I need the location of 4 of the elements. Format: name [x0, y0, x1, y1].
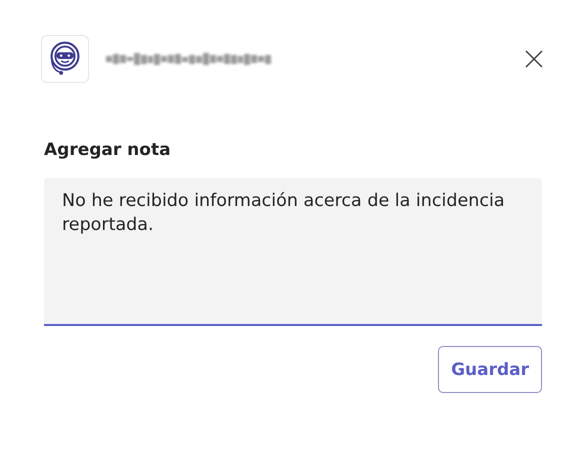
robot-app-icon: [41, 35, 89, 83]
save-button[interactable]: Guardar: [438, 346, 542, 393]
note-field[interactable]: No he recibido información acerca de la incidencia reportada.: [44, 178, 542, 326]
note-label: Agregar nota: [44, 140, 172, 160]
